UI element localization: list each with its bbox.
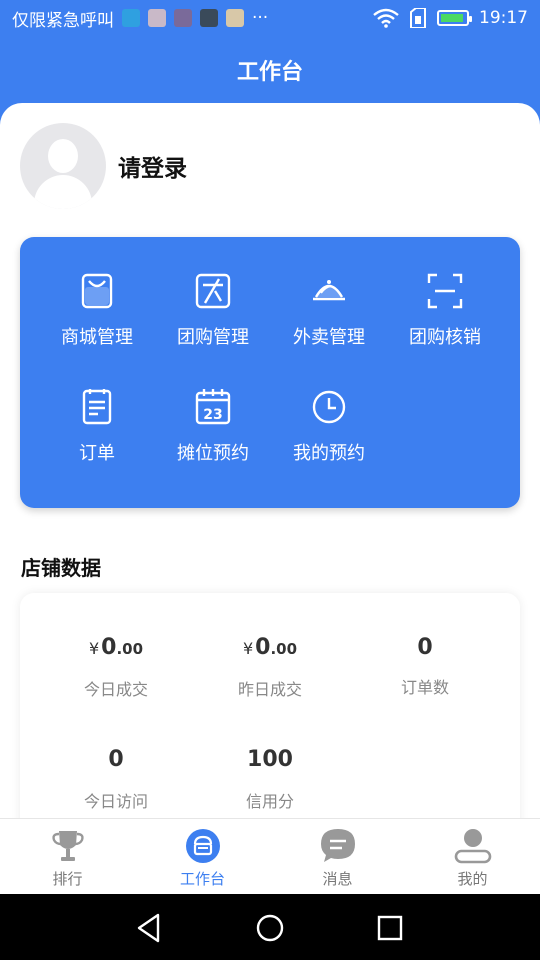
menu-item-mall-management[interactable]: 商城管理 — [39, 271, 155, 349]
more-notifications-icon: ··· — [252, 8, 269, 28]
battery-icon — [437, 10, 472, 26]
tab-label: 我的 — [457, 870, 488, 888]
stat-credit-score: 100 信用分 — [195, 747, 345, 812]
menu-item-label: 订单 — [79, 443, 115, 464]
menu-item-label: 团购核销 — [409, 327, 481, 348]
store-data-title: 店铺数据 — [21, 556, 101, 580]
tab-workbench[interactable]: 工作台 — [135, 827, 270, 889]
notification-avatar-icon — [200, 9, 218, 27]
stat-value: 0 — [101, 635, 117, 660]
currency-symbol: ¥ — [88, 639, 100, 658]
stat-label: 订单数 — [400, 678, 449, 697]
tab-label: 工作台 — [179, 870, 225, 888]
stat-order-count: 0 订单数 — [350, 635, 500, 698]
menu-item-group-buy-verify[interactable]: 团购核销 — [387, 271, 503, 349]
stat-decimal: .00 — [116, 640, 144, 658]
tab-ranking[interactable]: 排行 — [0, 827, 135, 889]
stat-today-deal: ¥0.00 今日成交 — [41, 635, 191, 700]
order-list-icon — [82, 389, 112, 425]
menu-item-label: 团购管理 — [177, 327, 249, 348]
recent-apps-icon[interactable] — [373, 911, 407, 945]
edit-square-icon — [195, 273, 231, 309]
page-title: 工作台 — [236, 60, 303, 85]
food-cloche-icon — [313, 280, 345, 301]
tab-messages[interactable]: 消息 — [270, 827, 405, 889]
stat-value: 0 — [417, 635, 433, 660]
message-icon — [320, 829, 355, 862]
notification-avatar-icon — [174, 9, 192, 27]
system-navigation-bar — [0, 894, 540, 960]
management-menu: 商城管理 团购管理 外卖管理 团购核销 订单 23 摊位预约 我的预约 — [20, 237, 520, 508]
menu-item-label: 摊位预约 — [177, 443, 249, 464]
menu-item-orders[interactable]: 订单 — [39, 387, 155, 465]
clock-time: 19:17 — [479, 8, 528, 28]
calendar-icon: 23 — [195, 389, 231, 425]
stat-today-visits: 0 今日访问 — [41, 747, 191, 812]
home-icon[interactable] — [253, 911, 287, 945]
scan-icon — [427, 273, 463, 309]
menu-item-takeout-management[interactable]: 外卖管理 — [271, 271, 387, 349]
menu-item-label: 外卖管理 — [293, 327, 365, 348]
trophy-icon — [51, 831, 84, 861]
workbench-icon — [185, 829, 220, 863]
stat-label: 今日访问 — [83, 792, 148, 811]
tab-label: 消息 — [322, 870, 353, 888]
main-content: 请登录 商城管理 团购管理 外卖管理 团购核销 订单 23 摊位预约 我的预约 … — [0, 103, 540, 818]
menu-item-group-buy-management[interactable]: 团购管理 — [155, 271, 271, 349]
store-data-card: ¥0.00 今日成交 ¥0.00 昨日成交 0 订单数 0 今日访问 100 信… — [20, 593, 520, 818]
profile-section[interactable]: 请登录 — [20, 123, 187, 209]
menu-item-my-booking[interactable]: 我的预约 — [271, 387, 387, 465]
music-icon — [226, 9, 244, 27]
stat-value: 100 — [247, 747, 293, 772]
avatar[interactable] — [20, 123, 106, 209]
stat-label: 今日成交 — [83, 680, 148, 699]
tab-label: 排行 — [52, 870, 83, 888]
sim-icon — [410, 8, 426, 28]
menu-item-stall-booking[interactable]: 23 摊位预约 — [155, 387, 271, 465]
stat-label: 信用分 — [245, 792, 294, 811]
login-prompt[interactable]: 请登录 — [118, 149, 187, 183]
currency-symbol: ¥ — [242, 639, 254, 658]
bottom-tab-bar: 排行 工作台 消息 我的 — [0, 818, 540, 894]
notification-avatar-icon — [148, 9, 166, 27]
calendar-day-number: 23 — [203, 407, 222, 423]
stat-label: 昨日成交 — [237, 680, 302, 699]
stat-value: 0 — [108, 747, 124, 772]
carrier-text: 仅限紧急呼叫 — [12, 10, 114, 31]
menu-item-label: 商城管理 — [61, 327, 133, 348]
shopping-bag-icon — [81, 273, 113, 309]
back-icon[interactable] — [133, 911, 167, 945]
stat-decimal: .00 — [270, 640, 298, 658]
wifi-icon — [373, 8, 399, 28]
menu-item-label: 我的预约 — [293, 443, 365, 464]
tab-mine[interactable]: 我的 — [405, 827, 540, 889]
stat-yesterday-deal: ¥0.00 昨日成交 — [195, 635, 345, 700]
profile-icon — [454, 829, 491, 864]
stat-value: 0 — [255, 635, 271, 660]
clock-icon — [312, 390, 346, 424]
status-bar: 仅限紧急呼叫 ··· 19:17 — [0, 0, 540, 36]
usb-icon — [122, 9, 140, 27]
